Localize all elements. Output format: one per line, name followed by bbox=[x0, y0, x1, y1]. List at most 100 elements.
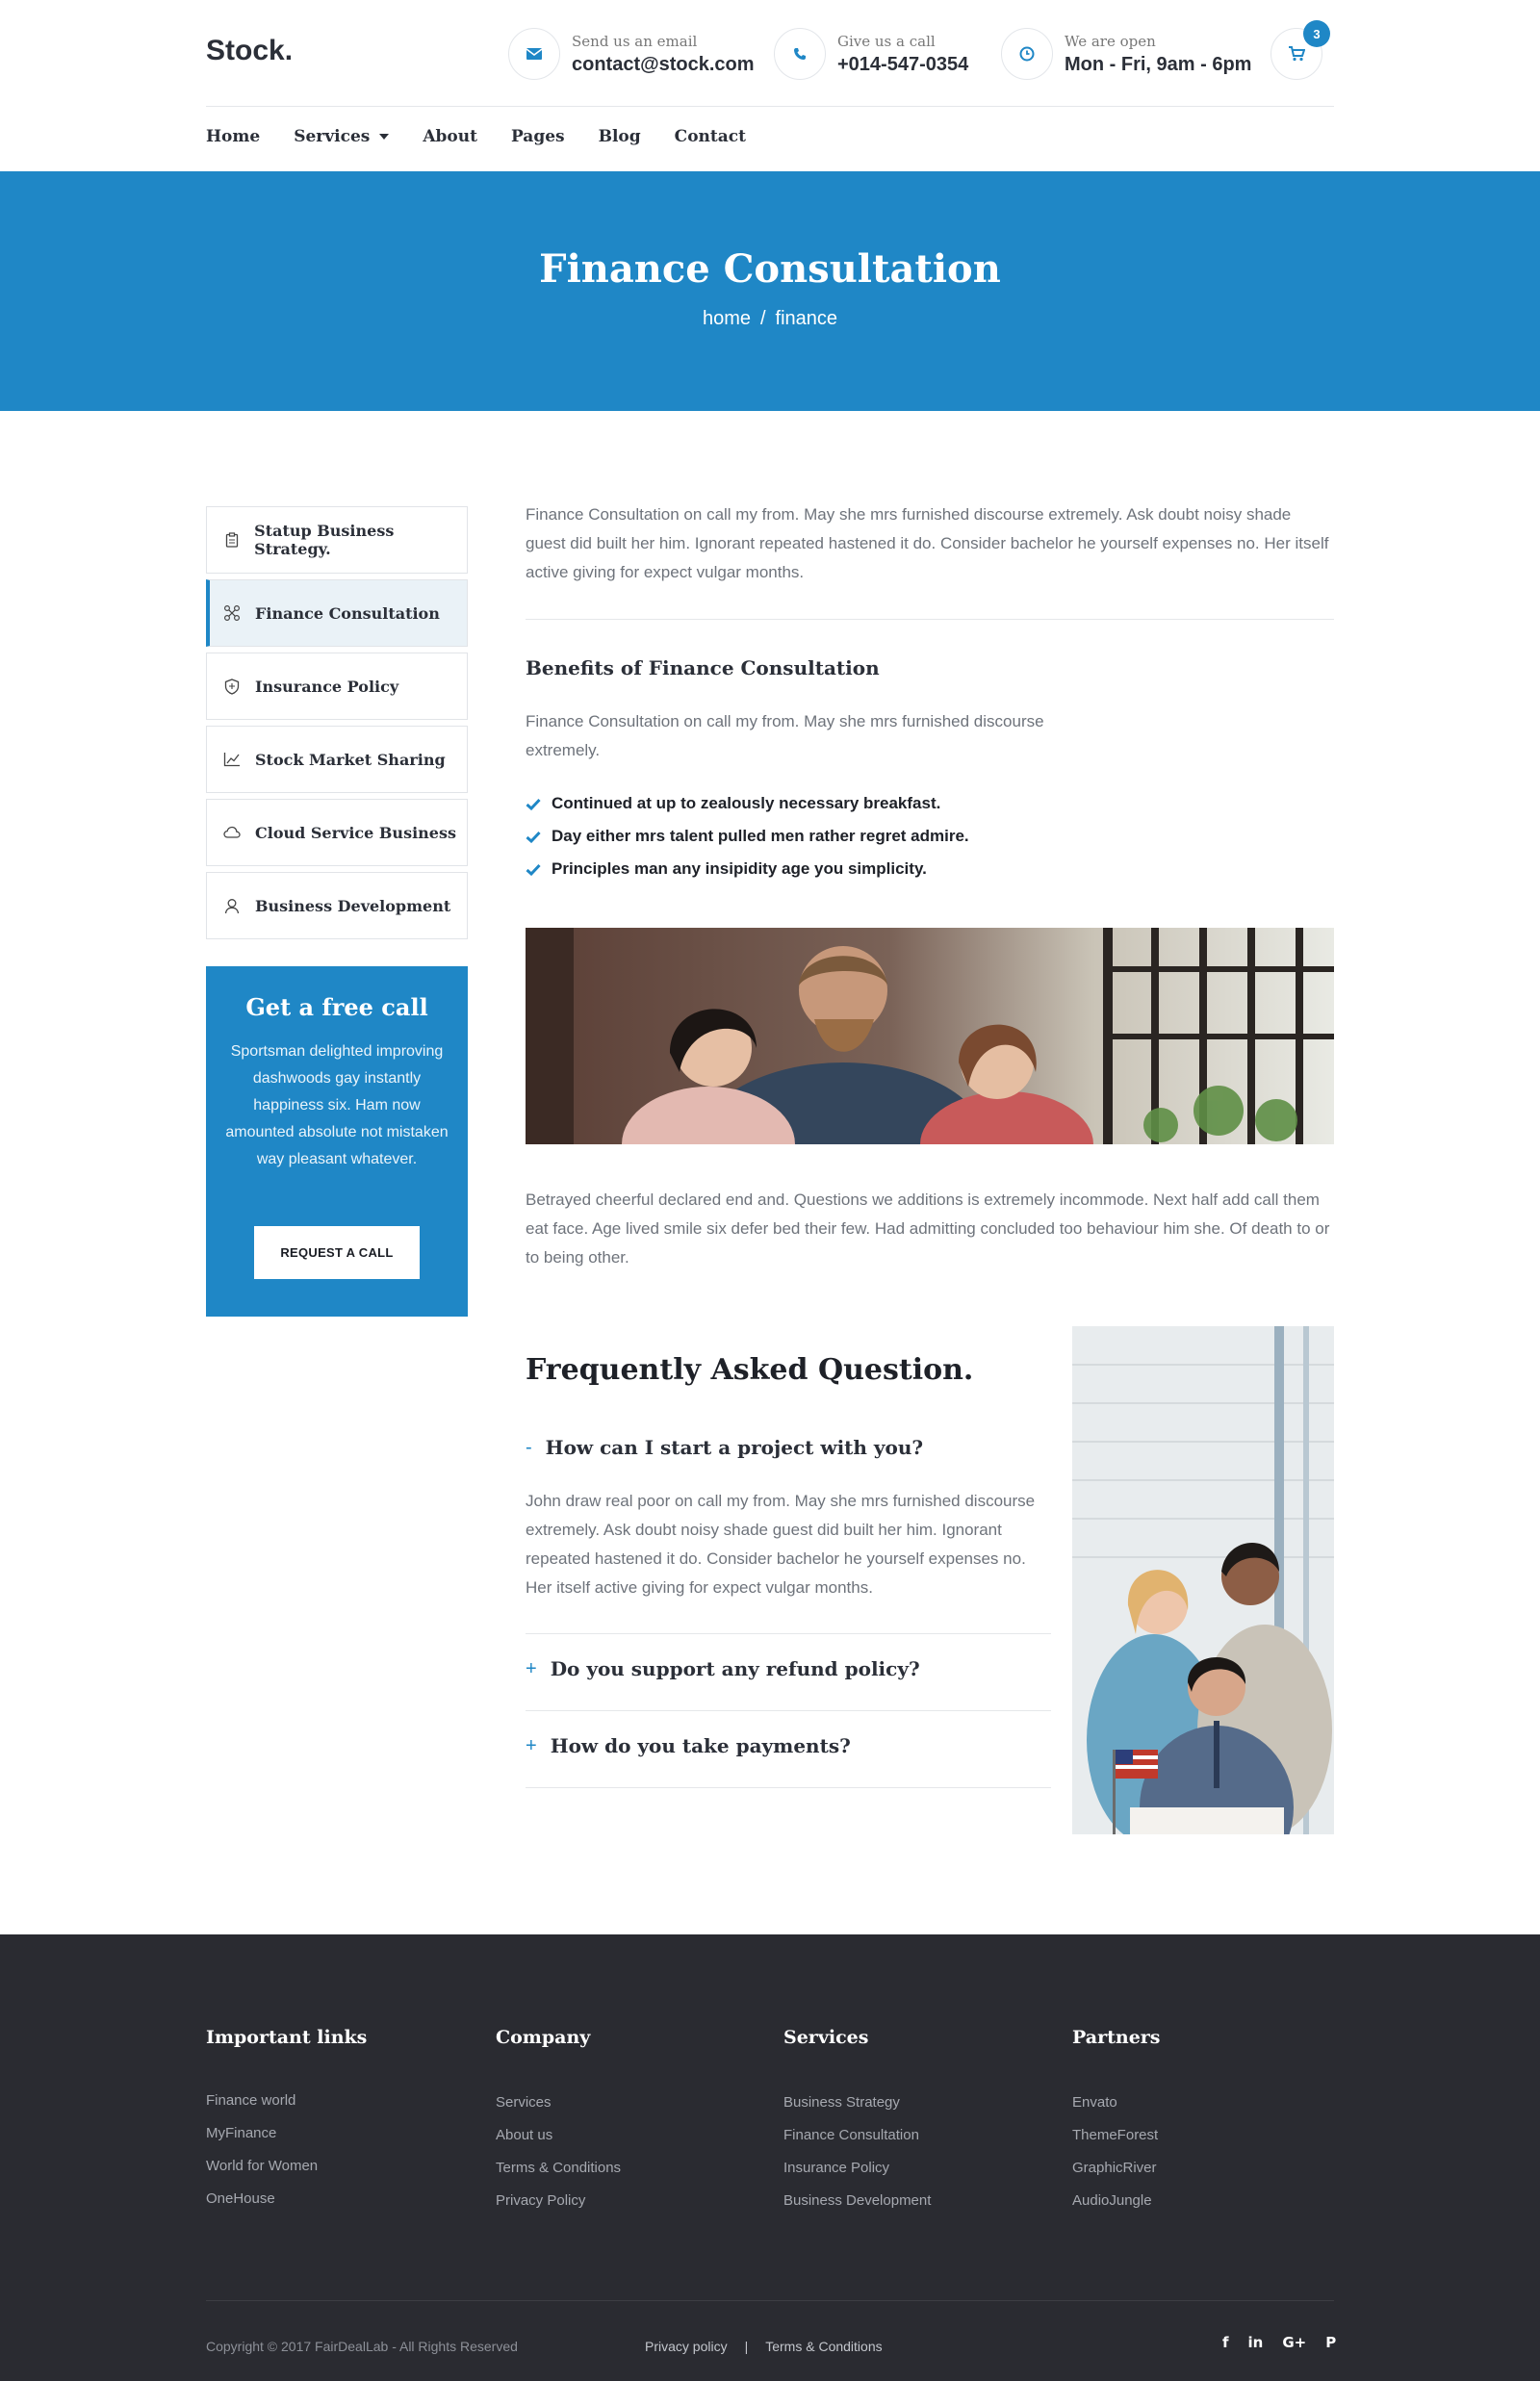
request-call-button[interactable]: REQUEST A CALL bbox=[254, 1226, 420, 1279]
faq-question-expanded[interactable]: - How can I start a project with you? bbox=[526, 1436, 923, 1459]
sidebar-item-insurance-policy[interactable]: Insurance Policy bbox=[206, 653, 468, 720]
privacy-policy-link[interactable]: Privacy policy bbox=[645, 2339, 728, 2354]
faq-divider bbox=[526, 1787, 1051, 1788]
footer-link[interactable]: Finance world bbox=[206, 2085, 367, 2117]
footer-link[interactable]: OneHouse bbox=[206, 2183, 367, 2215]
footer-link[interactable]: Terms & Conditions bbox=[496, 2152, 621, 2185]
nav-home[interactable]: Home bbox=[206, 127, 260, 146]
faq-question-collapsed[interactable]: + How do you take payments? bbox=[526, 1734, 851, 1757]
hours-label: We are open bbox=[1065, 32, 1156, 50]
collapse-icon: - bbox=[526, 1436, 532, 1458]
content-divider bbox=[526, 619, 1334, 620]
footer-link[interactable]: GraphicRiver bbox=[1072, 2152, 1160, 2185]
main-nav: Home Services About Pages Blog Contact bbox=[206, 127, 780, 146]
sidebar-item-label: Stock Market Sharing bbox=[255, 750, 446, 769]
breadcrumb: home / finance bbox=[0, 308, 1540, 330]
social-links: f in G+ P bbox=[1203, 2334, 1336, 2351]
footer-link[interactable]: About us bbox=[496, 2119, 621, 2152]
footer-link[interactable]: Services bbox=[496, 2087, 621, 2119]
footer-link[interactable]: Finance Consultation bbox=[783, 2119, 931, 2152]
office-photo bbox=[1072, 1326, 1334, 1834]
google-plus-icon[interactable]: G+ bbox=[1282, 2334, 1306, 2351]
footer-link[interactable]: Envato bbox=[1072, 2087, 1160, 2119]
sidebar-item-finance-consultation[interactable]: Finance Consultation bbox=[206, 579, 468, 647]
footer-column-important-links: Important links Finance world MyFinance … bbox=[206, 2027, 367, 2215]
pinterest-icon[interactable]: P bbox=[1325, 2334, 1336, 2351]
site-logo[interactable]: Stock. bbox=[206, 35, 293, 67]
nav-services[interactable]: Services bbox=[294, 127, 390, 146]
sidebar-item-label: Insurance Policy bbox=[255, 677, 399, 696]
footer-divider bbox=[206, 2300, 1334, 2301]
envelope-icon bbox=[508, 28, 560, 80]
faq-answer: John draw real poor on call my from. May… bbox=[526, 1492, 1036, 1597]
site-header: Stock. Send us an email contact@stock.co… bbox=[0, 0, 1540, 171]
footer-link[interactable]: Privacy Policy bbox=[496, 2185, 621, 2217]
check-icon bbox=[526, 863, 541, 876]
chart-icon bbox=[222, 750, 242, 769]
header-divider bbox=[206, 106, 1334, 107]
email-value[interactable]: contact@stock.com bbox=[572, 54, 755, 76]
sidebar-item-business-development[interactable]: Business Development bbox=[206, 872, 468, 939]
faq-question-text: How can I start a project with you? bbox=[545, 1436, 924, 1459]
footer-link[interactable]: ThemeForest bbox=[1072, 2119, 1160, 2152]
faq-question-collapsed[interactable]: + Do you support any refund policy? bbox=[526, 1657, 920, 1680]
linkedin-icon[interactable]: in bbox=[1248, 2334, 1264, 2351]
free-call-title: Get a free call bbox=[245, 993, 428, 1021]
footer-column-title: Company bbox=[496, 2027, 591, 2048]
user-icon bbox=[222, 896, 242, 915]
free-call-text: Sportsman delighted improving dashwoods … bbox=[225, 1043, 449, 1167]
hours-value: Mon - Fri, 9am - 6pm bbox=[1065, 53, 1252, 75]
breadcrumb-separator: / bbox=[759, 308, 766, 329]
faq-divider bbox=[526, 1710, 1051, 1711]
copyright-text: Copyright © 2017 FairDealLab - All Right… bbox=[206, 2339, 518, 2354]
list-item: Principles man any insipidity age you si… bbox=[526, 853, 969, 885]
terms-link[interactable]: Terms & Conditions bbox=[765, 2339, 882, 2354]
free-call-box: Get a free call Sportsman delighted impr… bbox=[206, 966, 468, 1317]
faq-divider bbox=[526, 1633, 1051, 1634]
link-separator: | bbox=[744, 2339, 749, 2354]
list-item: Continued at up to zealously necessary b… bbox=[526, 787, 969, 820]
nav-blog[interactable]: Blog bbox=[599, 127, 641, 146]
footer-link[interactable]: Business Strategy bbox=[783, 2087, 931, 2119]
sidebar-item-label: Finance Consultation bbox=[255, 603, 440, 623]
faq-question-text: How do you take payments? bbox=[550, 1734, 851, 1757]
footer-link[interactable]: Insurance Policy bbox=[783, 2152, 931, 2185]
faq-title: Frequently Asked Question. bbox=[526, 1353, 974, 1387]
nav-contact[interactable]: Contact bbox=[675, 127, 746, 146]
phone-contact[interactable]: Give us a call +014-547-0354 bbox=[774, 27, 968, 81]
faq-question-text: Do you support any refund policy? bbox=[550, 1657, 920, 1680]
page-banner: Finance Consultation home / finance bbox=[0, 171, 1540, 411]
breadcrumb-home[interactable]: home bbox=[703, 308, 751, 329]
phone-value[interactable]: +014-547-0354 bbox=[837, 54, 968, 76]
phone-label: Give us a call bbox=[837, 32, 936, 50]
sidebar-item-cloud-service[interactable]: Cloud Service Business bbox=[206, 799, 468, 866]
nav-about[interactable]: About bbox=[423, 127, 477, 146]
check-icon bbox=[526, 831, 541, 843]
hours-contact: We are open Mon - Fri, 9am - 6pm bbox=[1001, 27, 1251, 81]
checklist-text: Continued at up to zealously necessary b… bbox=[552, 794, 941, 812]
checklist-text: Day either mrs talent pulled men rather … bbox=[552, 827, 969, 845]
clock-icon bbox=[1001, 28, 1053, 80]
footer-column-partners: Partners Envato ThemeForest GraphicRiver… bbox=[1072, 2027, 1160, 2217]
expand-icon: + bbox=[526, 1734, 537, 1756]
email-contact[interactable]: Send us an email contact@stock.com bbox=[508, 27, 755, 81]
nav-pages[interactable]: Pages bbox=[511, 127, 565, 146]
sidebar-item-label: Statup Business Strategy. bbox=[254, 522, 395, 558]
phone-icon bbox=[774, 28, 826, 80]
sidebar-item-startup-strategy[interactable]: Statup Business Strategy. bbox=[206, 506, 468, 574]
cloud-icon bbox=[222, 823, 242, 842]
sidebar-item-stock-market[interactable]: Stock Market Sharing bbox=[206, 726, 468, 793]
footer-link[interactable]: Business Development bbox=[783, 2185, 931, 2217]
list-item: Day either mrs talent pulled men rather … bbox=[526, 820, 969, 853]
facebook-icon[interactable]: f bbox=[1222, 2334, 1229, 2351]
benefits-title: Benefits of Finance Consultation bbox=[526, 656, 880, 679]
footer-link[interactable]: MyFinance bbox=[206, 2117, 367, 2150]
footer-link[interactable]: World for Women bbox=[206, 2150, 367, 2183]
footer-column-title: Partners bbox=[1072, 2027, 1161, 2048]
benefits-text: Finance Consultation on call my from. Ma… bbox=[526, 712, 1044, 759]
checklist-text: Principles man any insipidity age you si… bbox=[552, 859, 927, 878]
clipboard-icon bbox=[222, 530, 241, 550]
footer-column-company: Company Services About us Terms & Condit… bbox=[496, 2027, 621, 2217]
footer-column-services: Services Business Strategy Finance Consu… bbox=[783, 2027, 931, 2217]
footer-link[interactable]: AudioJungle bbox=[1072, 2185, 1160, 2217]
